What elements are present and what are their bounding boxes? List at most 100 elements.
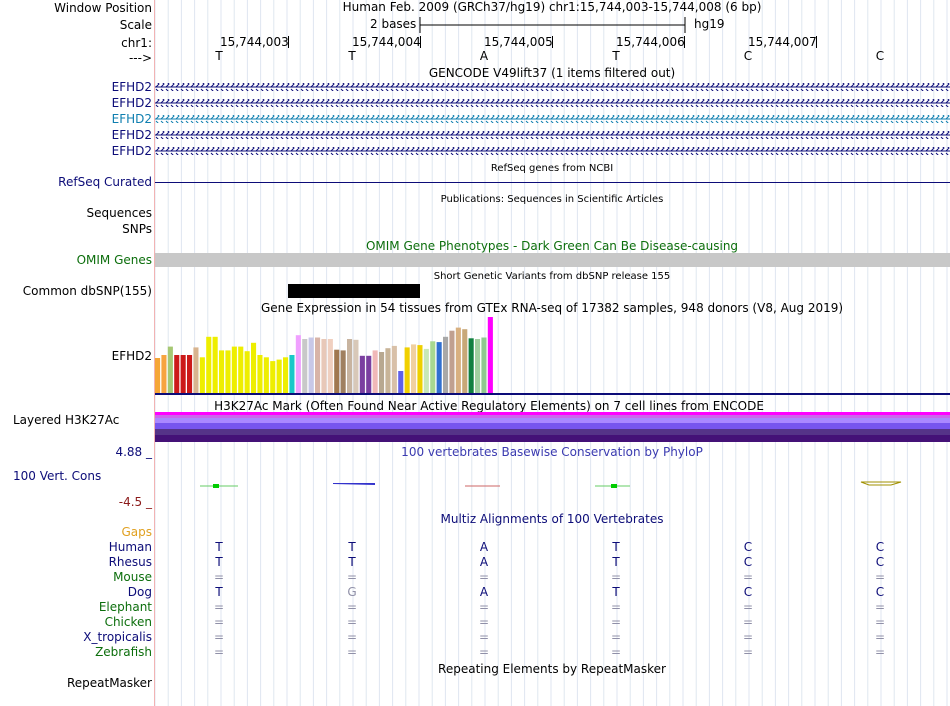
publications-track-title: Publications: Sequences in Scientific Ar… [440,194,664,205]
gtex-tissue-bar[interactable] [283,357,289,393]
gtex-bar-chart[interactable] [155,316,950,396]
gtex-tissue-bar[interactable] [372,350,378,393]
gtex-tissue-bar[interactable] [398,371,404,393]
dbsnp-variant[interactable] [288,284,420,298]
gtex-tissue-bar[interactable] [487,317,493,393]
omim-gene-bar[interactable] [155,253,950,267]
gtex-tissue-bar[interactable] [302,339,308,393]
gtex-tissue-bar[interactable] [263,357,269,393]
ruler-tick [288,36,289,48]
gtex-tissue-bar[interactable] [231,346,237,393]
gtex-tissue-bar[interactable] [468,338,474,393]
gencode-transcript[interactable] [155,99,950,107]
gtex-tissue-bar[interactable] [276,359,282,393]
alignment-base: = [610,615,622,629]
h3k27ac-label[interactable]: Layered H3K27Ac [13,413,119,427]
gtex-tissue-bar[interactable] [455,327,461,393]
gtex-tissue-bar[interactable] [199,357,205,393]
alignment-base: = [346,630,358,644]
repeatmasker-label[interactable]: RepeatMasker [67,676,152,690]
gencode-transcript[interactable] [155,147,950,155]
gtex-tissue-bar[interactable] [289,355,295,393]
gtex-tissue-bar[interactable] [295,335,301,393]
gtex-tissue-bar[interactable] [180,355,186,393]
gtex-tissue-bar[interactable] [219,350,225,393]
gtex-tissue-bar[interactable] [161,355,167,393]
gtex-tissue-bar[interactable] [379,352,385,393]
phylop-bar [333,483,375,485]
gtex-tissue-bar[interactable] [430,341,436,393]
gtex-tissue-bar[interactable] [212,336,218,393]
gtex-tissue-bar[interactable] [321,339,327,393]
gencode-gene-label[interactable]: EFHD2 [112,96,152,110]
gencode-gene-label[interactable]: EFHD2 [112,112,152,126]
gtex-tissue-bar[interactable] [193,347,199,393]
gencode-transcript[interactable] [155,115,950,123]
gtex-tissue-bar[interactable] [340,350,346,393]
gtex-tissue-bar[interactable] [206,336,212,393]
gtex-tissue-bar[interactable] [449,330,455,393]
gencode-gene-models[interactable] [155,80,950,160]
gtex-tissue-bar[interactable] [327,339,333,393]
gencode-gene-label[interactable]: EFHD2 [112,128,152,142]
gtex-gene-label[interactable]: EFHD2 [112,349,152,363]
gtex-tissue-bar[interactable] [174,355,180,393]
gtex-tissue-bar[interactable] [315,337,321,394]
gtex-tissue-bar[interactable] [423,348,429,393]
gtex-tissue-bar[interactable] [167,346,173,393]
alignment-base: T [215,555,223,569]
publications-sequences-label[interactable]: Sequences [87,206,152,220]
gencode-gene-label[interactable]: EFHD2 [112,144,152,158]
gtex-tissue-bar[interactable] [238,346,244,393]
alignment-base: = [610,630,622,644]
gtex-tissue-bar[interactable] [225,350,231,393]
alignment-base: T [612,585,620,599]
phylop-min-value: -4.5 _ [118,495,152,509]
dbsnp-label[interactable]: Common dbSNP(155) [23,284,152,298]
gtex-tissue-bar[interactable] [443,336,449,393]
gtex-tissue-bar[interactable] [155,358,161,393]
publications-snps-label[interactable]: SNPs [122,222,152,236]
gtex-tissue-bar[interactable] [366,355,372,393]
gtex-tissue-bar[interactable] [475,339,481,393]
track-image-area[interactable]: Human Feb. 2009 (GRCh37/hg19) chr1:15,74… [155,0,950,706]
alignment-base: = [610,645,622,659]
refseq-gene-line[interactable] [155,182,950,183]
omim-genes-label[interactable]: OMIM Genes [77,253,152,267]
gtex-tissue-bar[interactable] [436,342,442,393]
gtex-tissue-bar[interactable] [411,344,417,393]
ruler-tick [684,36,685,48]
h3k27ac-signal-bands[interactable] [155,412,950,442]
gtex-tissue-bar[interactable] [385,348,391,393]
gencode-transcript[interactable] [155,131,950,139]
gtex-tissue-bar[interactable] [353,339,359,393]
alignment-base: = [213,630,225,644]
gtex-tissue-bar[interactable] [417,345,423,393]
gtex-tissue-bar[interactable] [187,355,193,393]
gtex-tissue-bar[interactable] [257,355,263,393]
alignment-base: = [478,630,490,644]
phylop-signal[interactable] [155,474,950,494]
phylop-label[interactable]: 100 Vert. Cons [13,469,101,483]
gencode-transcript[interactable] [155,83,950,91]
ruler-tick [420,36,421,48]
gencode-gene-label[interactable]: EFHD2 [112,80,152,94]
refseq-curated-label[interactable]: RefSeq Curated [58,175,152,189]
repeatmasker-track-title: Repeating Elements by RepeatMasker [438,662,666,676]
alignment-base: = [478,645,490,659]
gtex-tissue-bar[interactable] [404,347,410,393]
gtex-tissue-bar[interactable] [391,345,397,393]
gtex-tissue-bar[interactable] [481,337,487,394]
gtex-tissue-bar[interactable] [308,337,314,394]
gtex-tissue-bar[interactable] [334,349,340,393]
alignment-base: T [348,555,356,569]
species-label-chicken: Chicken [104,615,152,629]
gtex-tissue-bar[interactable] [462,329,468,393]
assembly-position-title: Human Feb. 2009 (GRCh37/hg19) chr1:15,74… [342,0,762,14]
alignment-base: G [347,585,357,599]
gtex-tissue-bar[interactable] [244,351,250,393]
gtex-tissue-bar[interactable] [347,339,353,393]
gtex-tissue-bar[interactable] [251,342,257,393]
gtex-tissue-bar[interactable] [359,355,365,393]
gtex-tissue-bar[interactable] [270,361,276,393]
